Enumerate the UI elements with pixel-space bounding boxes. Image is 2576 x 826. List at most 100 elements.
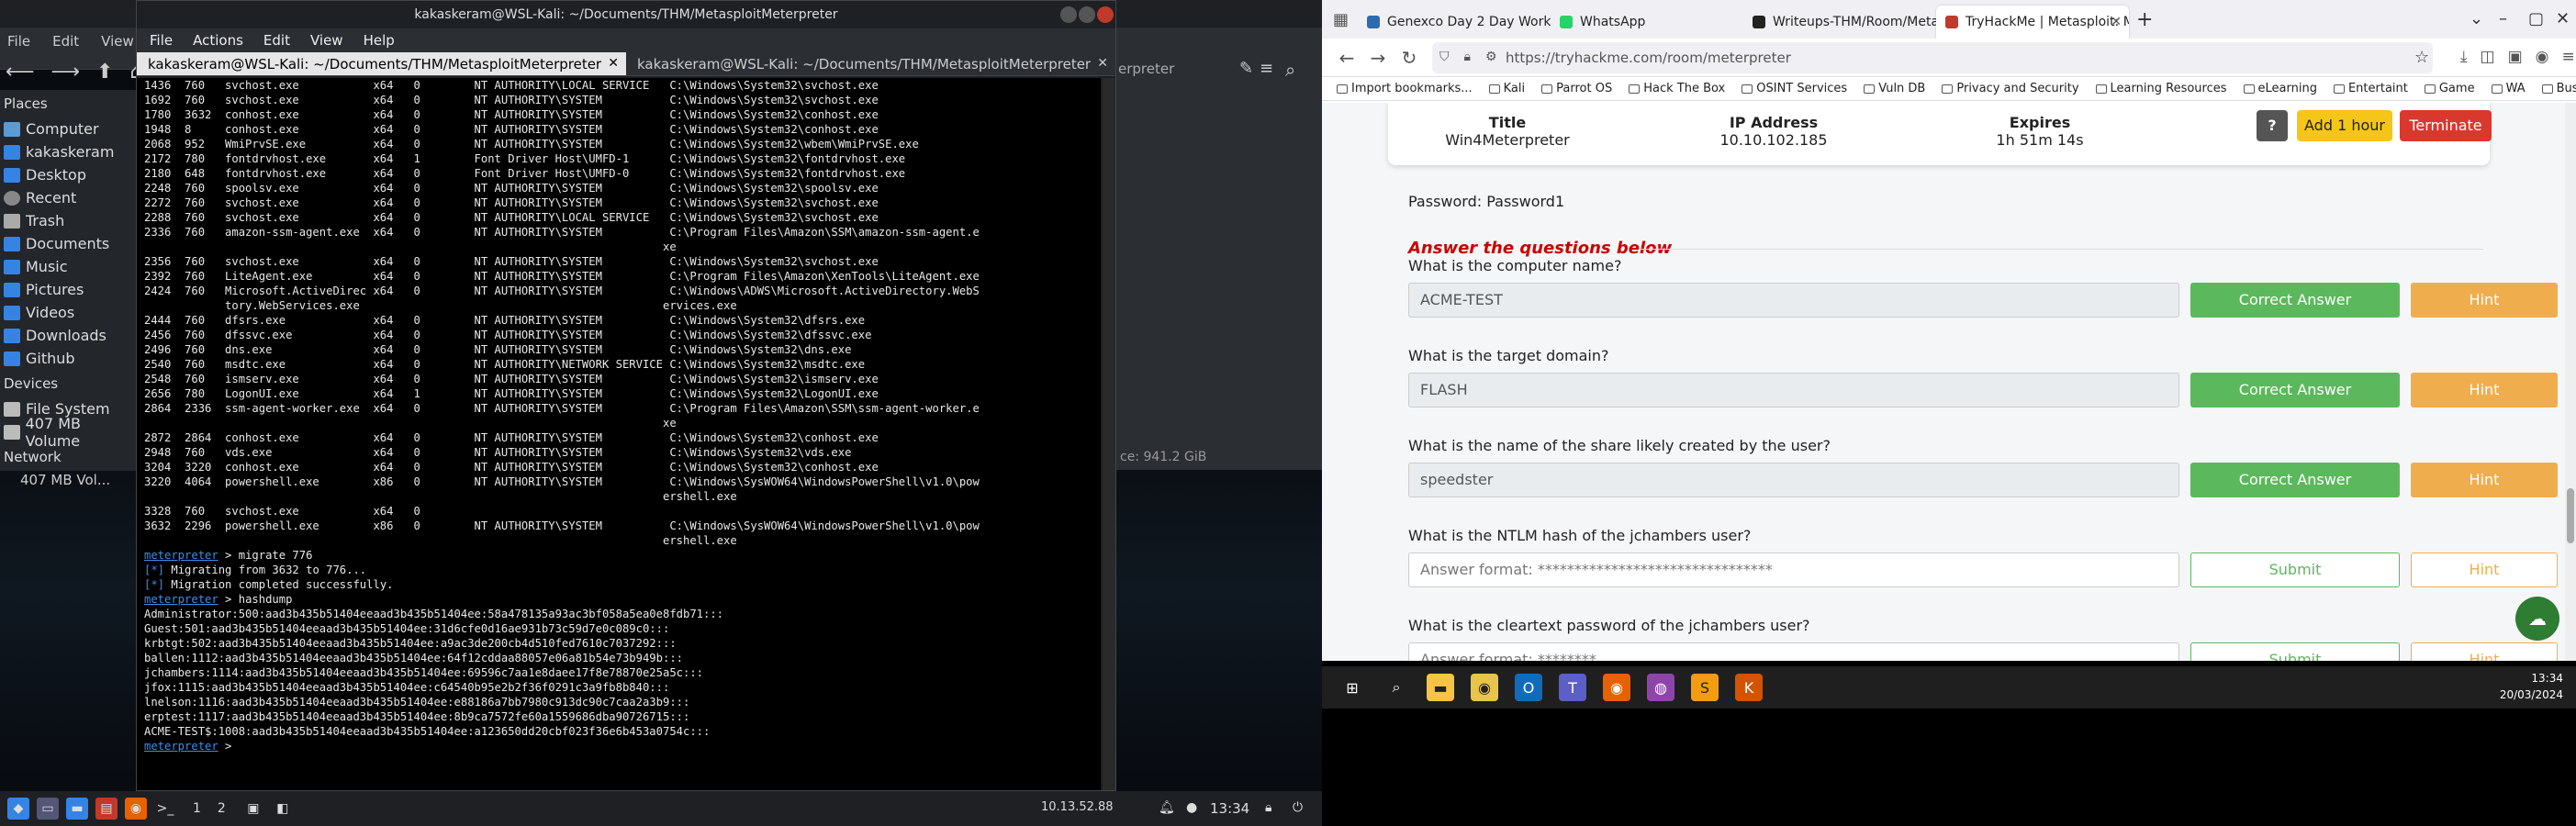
hint-button[interactable]: Hint <box>2411 373 2558 407</box>
sidebar-item-github[interactable]: Github <box>0 347 138 370</box>
forward-icon[interactable]: → <box>1362 42 1394 73</box>
menu-help[interactable]: Help <box>364 32 395 49</box>
workspace-1[interactable]: 1 <box>193 801 201 816</box>
filemanager-launcher-icon[interactable]: ▬ <box>66 798 88 820</box>
browser-tab-whatsapp[interactable]: WhatsApp <box>1551 6 1743 39</box>
lock-icon[interactable]: 🔒︎ <box>1265 800 1271 815</box>
sidebar-item-documents[interactable]: Documents <box>0 232 138 255</box>
bookmark-item[interactable]: eLearning <box>2243 82 2317 95</box>
sidebar-item-home[interactable]: kakaskeram <box>0 140 138 163</box>
hamburger-menu-icon[interactable]: ≡ <box>1260 59 1273 78</box>
sidebar-item-music[interactable]: Music <box>0 255 138 278</box>
account-icon[interactable]: ◉ <box>2536 48 2549 66</box>
logout-icon[interactable]: ⏻ <box>1293 800 1303 815</box>
show-desktop-icon[interactable]: ▭ <box>37 798 59 820</box>
scroll-thumb[interactable] <box>2567 488 2574 543</box>
edit-path-icon[interactable]: ✎ <box>1239 59 1253 78</box>
search-icon[interactable]: ⌕ <box>1285 59 1295 81</box>
submit-button[interactable]: Submit <box>2190 642 2400 661</box>
window-maximize-icon[interactable]: ▢ <box>2528 9 2544 28</box>
bell-icon[interactable]: 🔔︎ <box>1159 800 1175 815</box>
hint-button[interactable]: Hint <box>2411 553 2558 587</box>
url-bar[interactable]: https://tryhackme.com/room/meterpreter <box>1432 42 2433 73</box>
file-explorer-icon[interactable]: ▬ <box>1427 674 1454 701</box>
power-icon[interactable]: ● <box>1186 800 1197 815</box>
bookmark-item[interactable]: Busuu <box>2541 82 2576 95</box>
answer-input[interactable]: Answer format: ******** <box>1408 642 2179 661</box>
menu-file[interactable]: File <box>7 33 30 50</box>
answer-input[interactable]: speedster <box>1408 463 2179 497</box>
location-bar[interactable]: erpreter <box>1118 61 1174 77</box>
menu-view[interactable]: View <box>310 32 343 49</box>
sidebar-item-trash[interactable]: Trash <box>0 209 138 232</box>
sidebar-item-volume[interactable]: 407 MB Volume <box>0 415 138 450</box>
bookmark-item[interactable]: Kali <box>1488 82 1525 95</box>
github-desktop-icon[interactable]: ◍ <box>1647 674 1674 701</box>
permissions-icon[interactable]: ⚙ <box>1485 50 1497 64</box>
terminal-task-icon[interactable]: ▣ <box>242 798 264 820</box>
answer-input[interactable]: ACME-TEST <box>1408 283 2179 318</box>
bookmark-star-icon[interactable]: ☆ <box>2414 48 2429 67</box>
terminal-launcher-icon[interactable]: >_ <box>154 798 176 820</box>
hint-button[interactable]: Hint <box>2411 463 2558 497</box>
sidebar-item-videos[interactable]: Videos <box>0 301 138 324</box>
window-close-icon[interactable]: ✕ <box>2556 9 2570 28</box>
chrome-icon[interactable]: ◉ <box>1471 674 1498 701</box>
correct-answer-button[interactable]: Correct Answer <box>2190 463 2400 497</box>
browser-tab-github[interactable]: Writeups-THM/Room/Metasplo <box>1743 6 1936 39</box>
bookmark-item[interactable]: OSINT Services <box>1742 82 1847 95</box>
bookmark-item[interactable]: Import bookmarks... <box>1337 82 1473 95</box>
close-button[interactable] <box>1097 6 1114 23</box>
bookmark-item[interactable]: Privacy and Security <box>1942 82 2079 95</box>
menu-file[interactable]: File <box>150 32 173 49</box>
up-icon[interactable]: ⬆ <box>96 61 113 84</box>
back-icon[interactable]: ⟵ <box>6 61 35 84</box>
pocket-icon[interactable]: ◫ <box>2481 48 2495 66</box>
chat-help-icon[interactable]: ☁ <box>2515 597 2559 641</box>
window-task-icon[interactable]: ◧ <box>272 798 294 820</box>
firefox-icon[interactable]: ◉ <box>1603 674 1630 701</box>
search-icon[interactable]: ⌕ <box>1383 674 1410 701</box>
terminal-scrollbar[interactable] <box>1103 78 1115 826</box>
texteditor-launcher-icon[interactable]: ▤ <box>95 798 118 820</box>
close-tab-icon[interactable]: ✕ <box>2111 15 2122 29</box>
lock-icon[interactable]: 🔒︎ <box>1464 50 1471 64</box>
sidebar-item-desktop[interactable]: Desktop <box>0 163 138 186</box>
terminate-button[interactable]: Terminate <box>2400 110 2492 141</box>
answer-input[interactable]: Answer format: *************************… <box>1408 553 2179 587</box>
maximize-button[interactable] <box>1079 6 1095 23</box>
teams-icon[interactable]: T <box>1559 674 1586 701</box>
bookmark-item[interactable]: Parrot OS <box>1541 82 1612 95</box>
menu-view[interactable]: View <box>101 33 134 50</box>
close-tab-icon[interactable]: ✕ <box>608 56 619 71</box>
bookmark-item[interactable]: Hack The Box <box>1629 82 1725 95</box>
browser-tab-tryhackme[interactable]: TryHackMe | Metasploit: Meter✕ <box>1936 6 2130 39</box>
sidebar-item-computer[interactable]: Computer <box>0 117 138 140</box>
download-icon[interactable]: ⤓ <box>2460 48 2468 66</box>
correct-answer-button[interactable]: Correct Answer <box>2190 373 2400 407</box>
add-hour-button[interactable]: Add 1 hour <box>2297 110 2392 141</box>
shield-icon[interactable]: ⛉ <box>1439 50 1450 64</box>
bookmark-item[interactable]: WA <box>2491 82 2526 95</box>
terminal-tab-1[interactable]: kakaskeram@WSL-Kali: ~/Documents/THM/Met… <box>137 52 626 75</box>
outlook-icon[interactable]: O <box>1515 674 1542 701</box>
hint-button[interactable]: Hint <box>2411 283 2558 318</box>
extension-icon[interactable]: ▣ <box>2508 48 2523 66</box>
reload-icon[interactable]: ↻ <box>1394 42 1425 73</box>
kali-wsl-icon[interactable]: K <box>1735 674 1763 701</box>
page-scrollbar[interactable] <box>2565 103 2576 661</box>
hint-button[interactable]: Hint <box>2411 642 2558 661</box>
forward-icon[interactable]: ⟶ <box>51 61 81 84</box>
sublime-icon[interactable]: S <box>1691 674 1719 701</box>
menu-edit[interactable]: Edit <box>52 33 79 50</box>
menu-actions[interactable]: Actions <box>193 32 243 49</box>
menu-icon[interactable]: ≡ <box>2561 48 2574 66</box>
window-minimize-icon[interactable]: – <box>2499 9 2507 28</box>
sidebar-item-downloads[interactable]: Downloads <box>0 324 138 347</box>
kali-menu-icon[interactable]: ◆ <box>7 798 29 820</box>
tab-list-icon[interactable]: ▦ <box>1333 10 1349 29</box>
close-tab-icon[interactable]: ✕ <box>1097 56 1108 71</box>
new-tab-icon[interactable]: + <box>2136 8 2153 31</box>
answer-input[interactable]: FLASH <box>1408 373 2179 407</box>
correct-answer-button[interactable]: Correct Answer <box>2190 283 2400 318</box>
